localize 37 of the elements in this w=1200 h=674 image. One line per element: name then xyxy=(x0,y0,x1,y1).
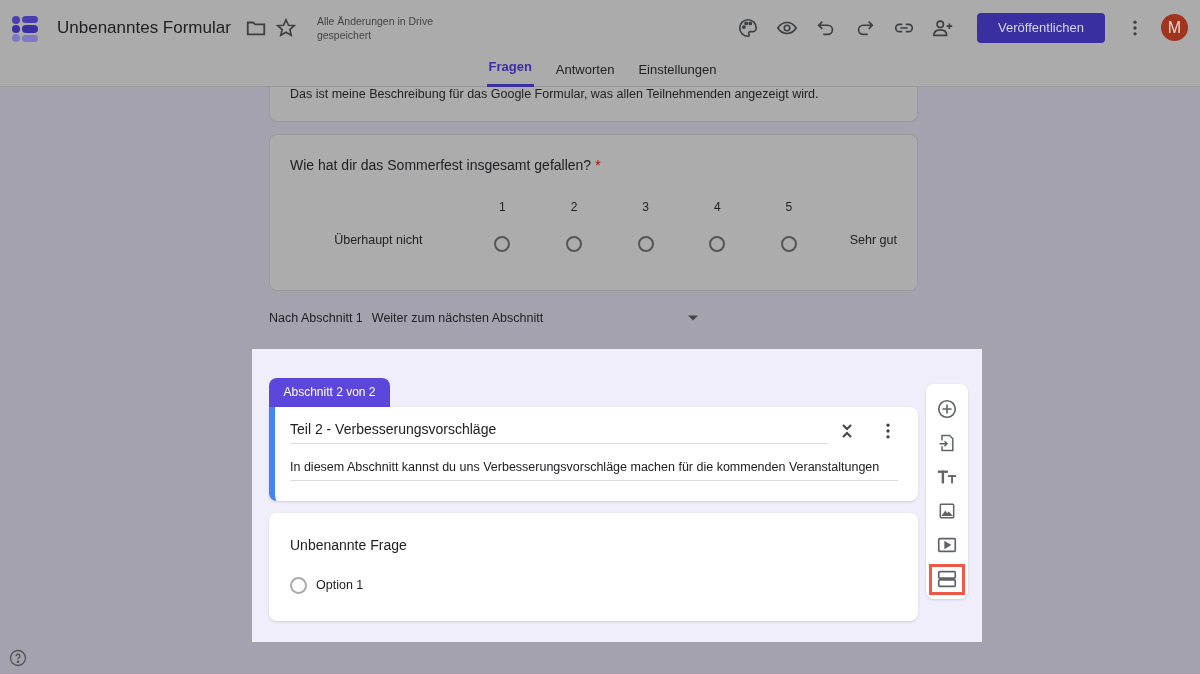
collapse-icon[interactable] xyxy=(840,423,854,440)
star-icon[interactable] xyxy=(274,16,297,39)
avatar[interactable]: M xyxy=(1161,14,1188,41)
question-title: Wie hat dir das Sommerfest insgesamt gefallen? xyxy=(290,156,592,175)
toolbar-button[interactable] xyxy=(929,563,965,595)
save-status: Alle Änderungen in Drive gespeichert xyxy=(316,13,435,42)
scale-number: 5 xyxy=(785,199,793,216)
radio-button[interactable] xyxy=(780,236,797,252)
required-mark: * xyxy=(595,156,601,175)
import-icon xyxy=(937,433,957,454)
tab[interactable]: Antworten xyxy=(553,55,617,87)
scale-number: 4 xyxy=(713,199,721,216)
radio-button[interactable] xyxy=(290,576,307,594)
scale-low-label: Überhaupt nicht xyxy=(333,232,424,250)
form-title[interactable]: Unbenanntes Formular xyxy=(57,14,231,41)
palette-icon[interactable] xyxy=(737,16,759,39)
section-badge: Abschnitt 2 von 2 xyxy=(269,377,390,407)
scale-number: 3 xyxy=(642,199,649,216)
dropdown-caret-icon xyxy=(687,315,698,322)
option-label[interactable]: Option 1 xyxy=(316,575,364,595)
add-icon xyxy=(936,398,958,421)
scale-number: 1 xyxy=(499,199,506,216)
radio-button[interactable] xyxy=(709,236,726,252)
form-description: Das ist meine Beschreibung für das Google Formular, was allen Teilnehmenden angezeigt wird. xyxy=(290,87,820,101)
radio-button[interactable] xyxy=(566,236,583,252)
scale-number: 2 xyxy=(570,199,578,216)
tab[interactable]: Einstellungen xyxy=(636,55,719,87)
scale-high-label: Sehr gut xyxy=(849,232,897,250)
question-title[interactable]: Unbenannte Frage xyxy=(290,534,897,556)
next-section-dropdown[interactable]: Weiter zum nächsten Abschnitt xyxy=(371,309,698,328)
help-icon[interactable] xyxy=(9,649,27,667)
radio-button[interactable] xyxy=(637,236,654,252)
section-description-field[interactable]: In diesem Abschnitt kannst du uns Verbesserungsvorschläge machen für die kommenden Veranstaltungen xyxy=(290,457,898,481)
section-navigation-label: Nach Abschnitt 1 xyxy=(269,310,363,327)
section-title-field[interactable]: Teil 2 - Verbesserungsvorschläge xyxy=(290,418,828,444)
radio-button[interactable] xyxy=(494,236,511,252)
publish-button[interactable]: Veröffentlichen xyxy=(977,12,1105,43)
